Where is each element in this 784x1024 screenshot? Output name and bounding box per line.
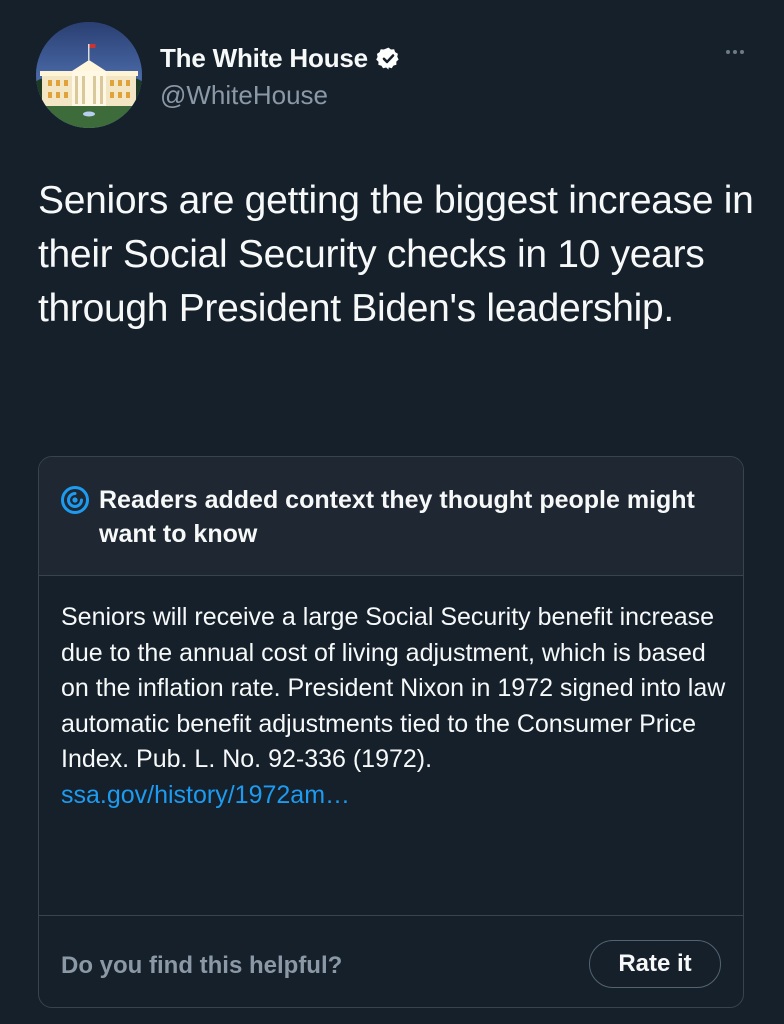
verified-badge-icon — [376, 46, 401, 71]
community-note-card: Readers added context they thought peopl… — [38, 456, 744, 1008]
more-dot — [726, 50, 730, 54]
community-note-title: Readers added context they thought peopl… — [99, 486, 695, 548]
author-display-name[interactable]: The White House — [160, 43, 368, 74]
community-note-text: Seniors will receive a large Social Secu… — [61, 603, 726, 774]
helpful-question: Do you find this helpful? — [61, 952, 343, 979]
more-dot — [740, 50, 744, 54]
white-house-avatar-icon — [36, 22, 142, 128]
source-link[interactable]: ssa.gov/history/1972am… — [61, 778, 350, 814]
community-notes-icon — [61, 486, 89, 514]
tweet-text: Seniors are getting the biggest increase… — [38, 179, 754, 330]
community-note-body: Seniors will receive a large Social Secu… — [61, 600, 731, 814]
author-name-row[interactable]: The White House — [160, 40, 401, 76]
community-note-header: Readers added context they thought peopl… — [39, 457, 743, 576]
more-dot — [733, 50, 737, 54]
author-handle[interactable]: @WhiteHouse — [160, 80, 328, 111]
more-options-icon[interactable] — [724, 44, 746, 60]
avatar[interactable] — [36, 22, 142, 128]
rate-it-button[interactable]: Rate it — [589, 940, 721, 988]
community-note-footer: Do you find this helpful? Rate it — [39, 915, 743, 1007]
